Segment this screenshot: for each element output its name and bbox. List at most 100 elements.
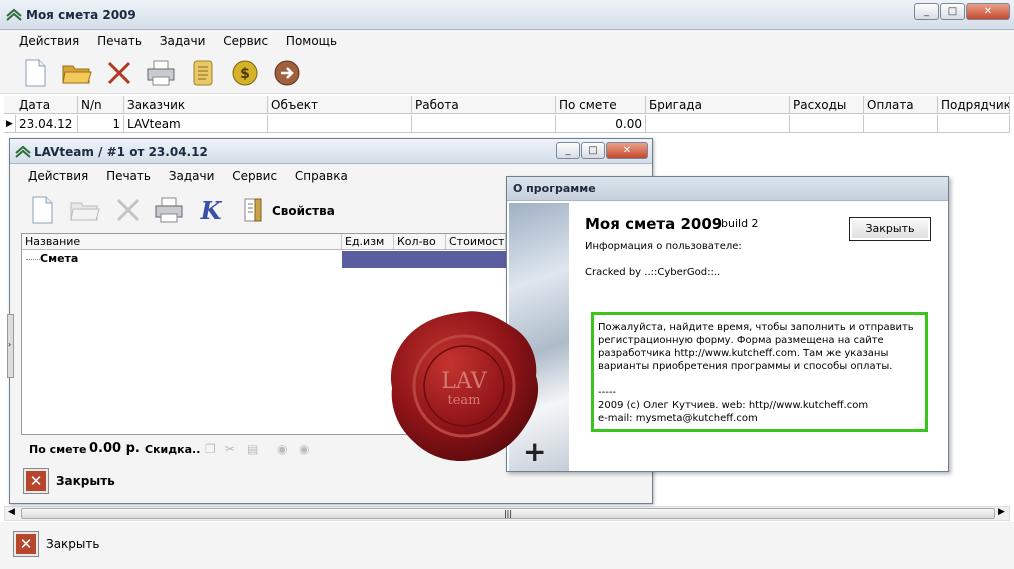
col-work[interactable]: Работа bbox=[412, 96, 556, 113]
selected-cells bbox=[342, 251, 506, 268]
properties-icon[interactable] bbox=[238, 195, 268, 225]
scroll-right-icon[interactable]: ▶ bbox=[998, 507, 1005, 517]
estimate-node-label: Смета bbox=[40, 252, 79, 265]
window-title: Моя смета 2009 bbox=[26, 8, 136, 22]
forward-circle-icon: ◉ bbox=[299, 442, 310, 456]
message-separator: ----- bbox=[598, 387, 617, 398]
main-titlebar: Моя смета 2009 _ □ ✕ bbox=[0, 0, 1014, 30]
cell-work bbox=[412, 115, 556, 132]
about-app-name: Моя смета 2009 bbox=[585, 215, 723, 233]
table-row[interactable]: ▶ 23.04.12 1 LAVteam 0.00 bbox=[4, 115, 1010, 133]
copyright-text: 2009 (c) Олег Кутчиев. web: http//www.ku… bbox=[598, 400, 869, 411]
col-by-estimate[interactable]: По смете bbox=[556, 96, 646, 113]
main-table-header: Дата N/n Заказчик Объект Работа По смете… bbox=[4, 96, 1010, 114]
child-side-handle[interactable]: › bbox=[7, 314, 14, 378]
back-circle-icon: ◉ bbox=[277, 442, 288, 456]
child-close-button[interactable]: ✕ Закрыть bbox=[23, 468, 115, 495]
child-col-name[interactable]: Название bbox=[22, 234, 342, 249]
about-dialog: О программе + Моя смета 2009 build 2 Инф… bbox=[506, 176, 949, 472]
menu-service[interactable]: Сервис bbox=[223, 34, 268, 48]
paste-icon: ▤ bbox=[247, 442, 259, 456]
child-menu-print[interactable]: Печать bbox=[106, 169, 151, 183]
main-footer: ✕ Закрыть bbox=[0, 522, 1014, 569]
wax-seal-logo: LAV team bbox=[384, 306, 544, 466]
app-logo-icon bbox=[6, 8, 22, 22]
scroll-report-icon[interactable] bbox=[188, 58, 218, 88]
dollar-coin-icon[interactable]: $ bbox=[230, 58, 260, 88]
main-close-button[interactable]: ✕ Закрыть bbox=[13, 531, 104, 558]
open-folder-icon[interactable] bbox=[62, 58, 92, 88]
new-document-icon[interactable] bbox=[20, 58, 50, 88]
child-titlebar: LAVteam / #1 от 23.04.12 _ □ ✕ bbox=[10, 139, 652, 164]
child-menu-service[interactable]: Сервис bbox=[232, 169, 277, 183]
menu-print[interactable]: Печать bbox=[97, 34, 142, 48]
col-payment[interactable]: Оплата bbox=[864, 96, 938, 113]
about-close-button[interactable]: Закрыть bbox=[849, 217, 931, 241]
about-titlebar: О программе bbox=[507, 177, 948, 201]
main-close-label: Закрыть bbox=[46, 537, 100, 551]
child-k-icon[interactable]: K bbox=[196, 195, 226, 225]
col-num[interactable]: N/n bbox=[78, 96, 124, 113]
close-window-button[interactable]: ✕ bbox=[966, 3, 1010, 20]
child-menu-tasks[interactable]: Задачи bbox=[169, 169, 215, 183]
main-horizontal-scrollbar[interactable]: ◀ ||| ▶ bbox=[4, 506, 1010, 521]
copy-icon: ❐ bbox=[205, 442, 216, 456]
delete-x-icon[interactable] bbox=[104, 58, 134, 88]
about-cracked: Cracked by ..::CyberGod::.. bbox=[585, 267, 721, 278]
properties-label[interactable]: Свойства bbox=[272, 204, 335, 218]
list-item[interactable]: Смета bbox=[22, 251, 506, 268]
discount-label[interactable]: Скидка.. bbox=[145, 443, 200, 456]
minimize-button[interactable]: _ bbox=[914, 3, 939, 20]
child-printer-icon[interactable] bbox=[154, 195, 184, 225]
child-table-header: Название Ед.изм Кол-во Стоимость bbox=[22, 234, 506, 250]
about-build: build 2 bbox=[721, 217, 759, 230]
child-col-unit[interactable]: Ед.изм bbox=[342, 234, 394, 249]
child-open-folder-icon bbox=[70, 195, 100, 225]
menu-help[interactable]: Помощь bbox=[286, 34, 337, 48]
email-text: e-mail: mysmeta@kutcheff.com bbox=[598, 413, 758, 424]
scroll-thumb[interactable]: ||| bbox=[21, 508, 995, 519]
cell-customer: LAVteam bbox=[124, 115, 268, 132]
arrow-right-icon[interactable] bbox=[272, 58, 302, 88]
col-object[interactable]: Объект bbox=[268, 96, 412, 113]
child-minimize-button[interactable]: _ bbox=[556, 142, 580, 159]
child-maximize-button[interactable]: □ bbox=[581, 142, 605, 159]
child-col-qty[interactable]: Кол-во bbox=[394, 234, 446, 249]
menu-tasks[interactable]: Задачи bbox=[160, 34, 206, 48]
child-close-window-button[interactable]: ✕ bbox=[606, 142, 648, 159]
scroll-left-icon[interactable]: ◀ bbox=[8, 507, 15, 517]
about-title: О программе bbox=[513, 182, 596, 195]
child-new-document-icon[interactable] bbox=[27, 195, 57, 225]
child-menu-help[interactable]: Справка bbox=[295, 169, 348, 183]
main-toolbar: $ bbox=[0, 52, 1014, 94]
child-menu-actions[interactable]: Действия bbox=[28, 169, 88, 183]
maximize-button[interactable]: □ bbox=[940, 3, 965, 20]
menu-actions[interactable]: Действия bbox=[19, 34, 79, 48]
printer-icon[interactable] bbox=[146, 58, 176, 88]
child-close-x-icon: ✕ bbox=[23, 468, 49, 494]
svg-text:team: team bbox=[448, 393, 481, 408]
col-customer[interactable]: Заказчик bbox=[124, 96, 268, 113]
col-expenses[interactable]: Расходы bbox=[790, 96, 864, 113]
col-brigade[interactable]: Бригада bbox=[646, 96, 790, 113]
registration-message-box: Пожалуйста, найдите время, чтобы заполни… bbox=[591, 312, 928, 432]
cell-date: 23.04.12 bbox=[16, 115, 78, 132]
svg-text:$: $ bbox=[240, 66, 250, 82]
about-close-label: Закрыть bbox=[865, 222, 915, 235]
child-logo-icon bbox=[15, 145, 31, 159]
cut-icon: ✂ bbox=[225, 442, 236, 456]
child-col-cost[interactable]: Стоимость bbox=[446, 234, 506, 249]
cell-expenses bbox=[790, 115, 864, 132]
col-date[interactable]: Дата bbox=[16, 96, 78, 113]
child-delete-x-icon bbox=[113, 195, 143, 225]
cell-num: 1 bbox=[78, 115, 124, 132]
svg-text:K: K bbox=[200, 196, 223, 224]
col-contractor[interactable]: Подрядчик bbox=[938, 96, 1010, 113]
child-window-title: LAVteam / #1 от 23.04.12 bbox=[34, 145, 208, 159]
cell-contractor bbox=[938, 115, 1010, 132]
close-x-icon: ✕ bbox=[13, 531, 39, 557]
by-estimate-label: По смете bbox=[29, 443, 87, 456]
child-close-label: Закрыть bbox=[56, 474, 115, 488]
row-indicator: ▶ bbox=[4, 115, 16, 132]
estimate-amount: 0.00 р. bbox=[89, 441, 140, 456]
